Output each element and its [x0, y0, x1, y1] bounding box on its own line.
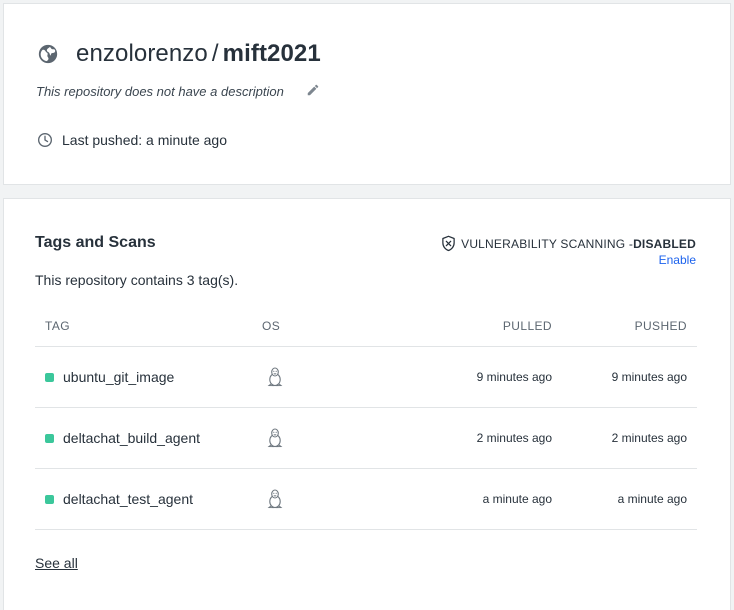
os-cell [252, 489, 352, 509]
table-row: deltachat_test_agent a minute ago a minu… [35, 469, 697, 530]
linux-icon [267, 367, 283, 387]
header-os: OS [262, 318, 281, 333]
tag-cell: deltachat_test_agent [35, 491, 252, 507]
header-pulled: PULLED [502, 318, 552, 333]
pulled-time: 2 minutes ago [476, 431, 552, 445]
status-dot [45, 494, 54, 504]
shield-x-icon [442, 235, 455, 252]
clock-icon [38, 133, 52, 147]
scan-status-label: VULNERABILITY SCANNING - [461, 236, 634, 251]
repository-header-card: enzolorenzo / mift2021 This repository doe… [3, 3, 731, 185]
pencil-icon[interactable] [306, 83, 320, 97]
repository-name: mift2021 [222, 40, 321, 67]
os-cell [252, 367, 352, 387]
header-pushed: PUSHED [634, 318, 687, 333]
repository-title: enzolorenzo / mift2021 [76, 40, 321, 68]
repository-description: This repository does not have a descript… [36, 84, 284, 99]
repository-namespace: enzolorenzo [76, 40, 208, 67]
tag-cell: ubuntu_git_image [35, 369, 252, 385]
pulled-time: 9 minutes ago [476, 370, 552, 384]
repository-title-row: enzolorenzo / mift2021 [37, 40, 321, 68]
tag-cell: deltachat_build_agent [35, 430, 252, 446]
status-dot [45, 372, 54, 382]
pushed-time: a minute ago [617, 492, 687, 506]
table-header: TAG OS PULLED PUSHED [35, 305, 697, 347]
tag-count-text: This repository contains 3 tag(s). [35, 272, 239, 288]
linux-icon [267, 428, 283, 448]
table-row: ubuntu_git_image 9 minutes ago 9 minutes… [35, 347, 697, 408]
enable-scanning-link[interactable]: Enable [659, 253, 696, 267]
status-dot [45, 433, 54, 443]
tags-table: TAG OS PULLED PUSHED ubuntu_git_image 9 … [35, 305, 697, 530]
table-row: deltachat_build_agent 2 minutes ago 2 mi… [35, 408, 697, 469]
pushed-time: 2 minutes ago [611, 431, 687, 445]
last-pushed-row: Last pushed: a minute ago [37, 132, 227, 148]
os-cell [252, 428, 352, 448]
globe-icon [38, 44, 58, 64]
scan-status-value: DISABLED [633, 236, 696, 251]
pushed-time: 9 minutes ago [611, 370, 687, 384]
tag-name-link[interactable]: deltachat_build_agent [63, 430, 200, 446]
pulled-time: a minute ago [482, 492, 552, 506]
header-tag: TAG [45, 318, 70, 333]
linux-icon [267, 489, 283, 509]
tag-name-link[interactable]: ubuntu_git_image [63, 369, 174, 385]
section-title: Tags and Scans [35, 234, 156, 251]
vulnerability-scanning-status: VULNERABILITY SCANNING - DISABLED [441, 235, 696, 252]
last-pushed-text: Last pushed: a minute ago [62, 132, 228, 148]
repository-separator: / [211, 40, 219, 67]
see-all-link[interactable]: See all [35, 555, 78, 571]
tag-name-link[interactable]: deltachat_test_agent [63, 491, 193, 507]
tags-and-scans-card: Tags and Scans VULNERABILITY SCANNING - … [3, 198, 731, 610]
